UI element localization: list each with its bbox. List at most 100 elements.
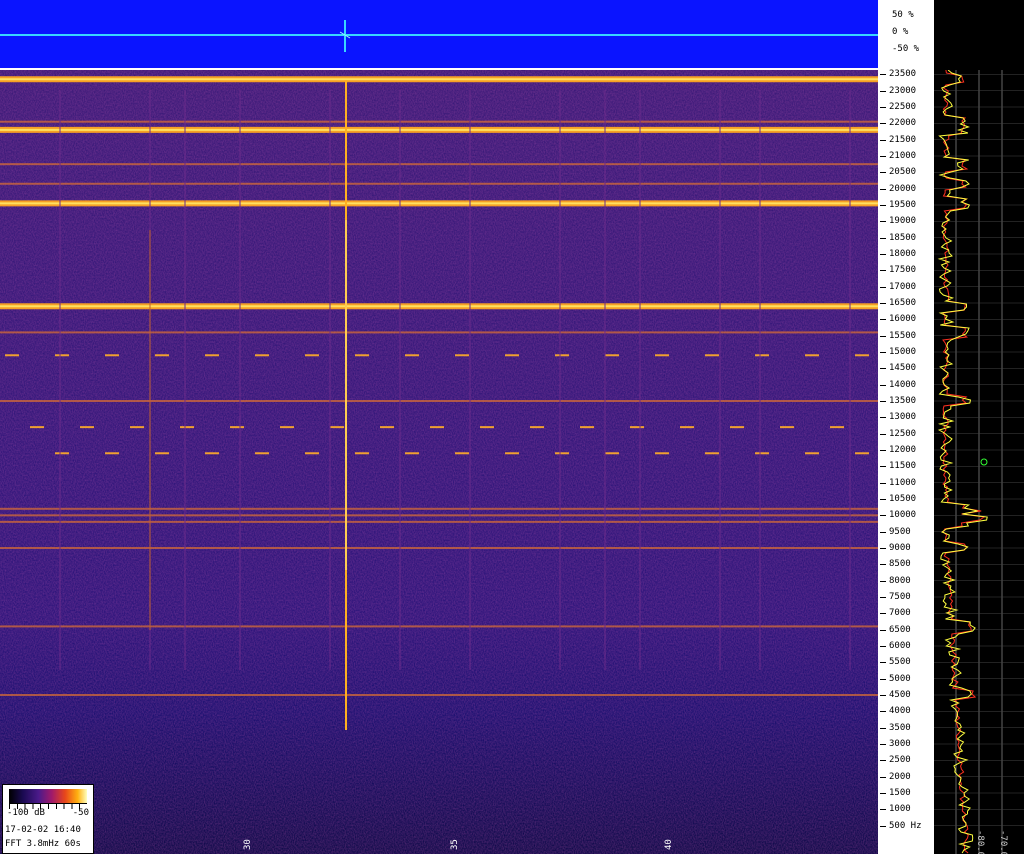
frequency-tick: 20000 [878, 183, 934, 195]
spectrogram-image [0, 70, 878, 854]
color-legend: -100 dB -50 17-02-02 16:40 FFT 3.8mHz 60… [2, 784, 94, 854]
intermittent-signal [130, 426, 144, 429]
frequency-tick: 12000 [878, 444, 934, 456]
frequency-tick: 17500 [878, 264, 934, 276]
frequency-tick: 18500 [878, 232, 934, 244]
oscilloscope-trace [0, 20, 878, 52]
intermittent-signal [205, 452, 219, 455]
db-label: -70.0 dB [998, 830, 1008, 854]
frequency-tick: 9500 [878, 526, 934, 538]
frequency-band-core [0, 305, 878, 308]
frequency-tick: 23000 [878, 85, 934, 97]
colorbar [9, 789, 87, 803]
intermittent-signal [80, 426, 94, 429]
oscilloscope-display [0, 0, 878, 70]
intermittent-signal [680, 426, 694, 429]
intermittent-signal [255, 354, 269, 357]
intermittent-signal [205, 354, 219, 357]
frequency-tick: 19500 [878, 199, 934, 211]
timestamp: 17-02-02 16:40 [5, 825, 81, 835]
marker-icon [980, 458, 988, 466]
frequency-tick: 3000 [878, 738, 934, 750]
frequency-band [0, 182, 878, 185]
intermittent-signal [805, 354, 819, 357]
frequency-band [0, 120, 878, 123]
db-label: -80.0 dB [975, 830, 985, 854]
frequency-tick: 21500 [878, 134, 934, 146]
frequency-band [0, 547, 878, 549]
spectrum-curve: -80.0 dB -70.0 dB [934, 70, 1024, 854]
frequency-tick: 11000 [878, 477, 934, 489]
corner-panel [934, 0, 1024, 70]
intermittent-signal [505, 354, 519, 357]
intermittent-signal [155, 354, 169, 357]
frequency-tick: 10500 [878, 493, 934, 505]
intermittent-signal [430, 426, 444, 429]
intermittent-signal [380, 426, 394, 429]
frequency-tick: 19000 [878, 215, 934, 227]
frequency-tick: 13500 [878, 395, 934, 407]
intermittent-signal [755, 452, 769, 455]
frequency-tick: 14500 [878, 362, 934, 374]
frequency-tick: 4000 [878, 705, 934, 717]
frequency-band [0, 514, 878, 517]
frequency-tick: 7000 [878, 607, 934, 619]
frequency-tick: 6000 [878, 640, 934, 652]
fft-info: FFT 3.8mHz 60s [5, 839, 81, 849]
intermittent-signal [855, 452, 869, 455]
intermittent-signal [355, 452, 369, 455]
frequency-tick: 10000 [878, 509, 934, 521]
frequency-band [0, 400, 878, 402]
frequency-tick: 16500 [878, 297, 934, 309]
frequency-band [0, 694, 878, 696]
intermittent-signal [55, 452, 69, 455]
frequency-tick: 1000 [878, 803, 934, 815]
frequency-tick: 22000 [878, 117, 934, 129]
intermittent-signal [305, 452, 319, 455]
oscilloscope-scale: 50 % 0 % -50 % [880, 0, 934, 68]
intermittent-signal [705, 452, 719, 455]
osc-scale-label: -50 % [892, 44, 920, 54]
intermittent-signal [630, 426, 644, 429]
intermittent-signal [455, 354, 469, 357]
frequency-tick: 12500 [878, 428, 934, 440]
frequency-tick: 20500 [878, 166, 934, 178]
intermittent-signal [605, 452, 619, 455]
intermittent-signal [705, 354, 719, 357]
frequency-band [0, 507, 878, 510]
legend-min: -100 dB [7, 808, 45, 818]
intermittent-signal [55, 354, 69, 357]
frequency-tick: 23500 [878, 68, 934, 80]
frequency-tick: 500 Hz [878, 820, 934, 832]
intermittent-signal [255, 452, 269, 455]
frequency-tick: 7500 [878, 591, 934, 603]
frequency-axis: 23500 23000 22500 22000 21500 21000 20500 20000… [878, 68, 934, 854]
intermittent-signal [655, 354, 669, 357]
intermittent-signal [405, 354, 419, 357]
frequency-band [0, 625, 878, 628]
intermittent-signal [555, 452, 569, 455]
spectrogram-waterfall[interactable] [0, 70, 878, 854]
frequency-tick: 16000 [878, 313, 934, 325]
intermittent-signal [780, 426, 794, 429]
frequency-tick: 3500 [878, 722, 934, 734]
legend-max: -50 [72, 808, 89, 818]
frequency-tick: 2500 [878, 754, 934, 766]
intermittent-signal [30, 426, 44, 429]
frequency-tick: 18000 [878, 248, 934, 260]
frequency-tick: 9000 [878, 542, 934, 554]
intermittent-signal [655, 452, 669, 455]
intermittent-signal [105, 354, 119, 357]
intermittent-signal [855, 354, 869, 357]
intermittent-signal [480, 426, 494, 429]
frequency-tick: 8500 [878, 558, 934, 570]
intermittent-signal [505, 452, 519, 455]
frequency-tick: 22500 [878, 101, 934, 113]
frequency-tick: 8000 [878, 575, 934, 587]
frequency-tick: 14000 [878, 379, 934, 391]
intermittent-signal [230, 426, 244, 429]
frequency-tick: 17000 [878, 281, 934, 293]
intermittent-signal [305, 354, 319, 357]
intermittent-signal [405, 452, 419, 455]
frequency-tick: 5000 [878, 673, 934, 685]
